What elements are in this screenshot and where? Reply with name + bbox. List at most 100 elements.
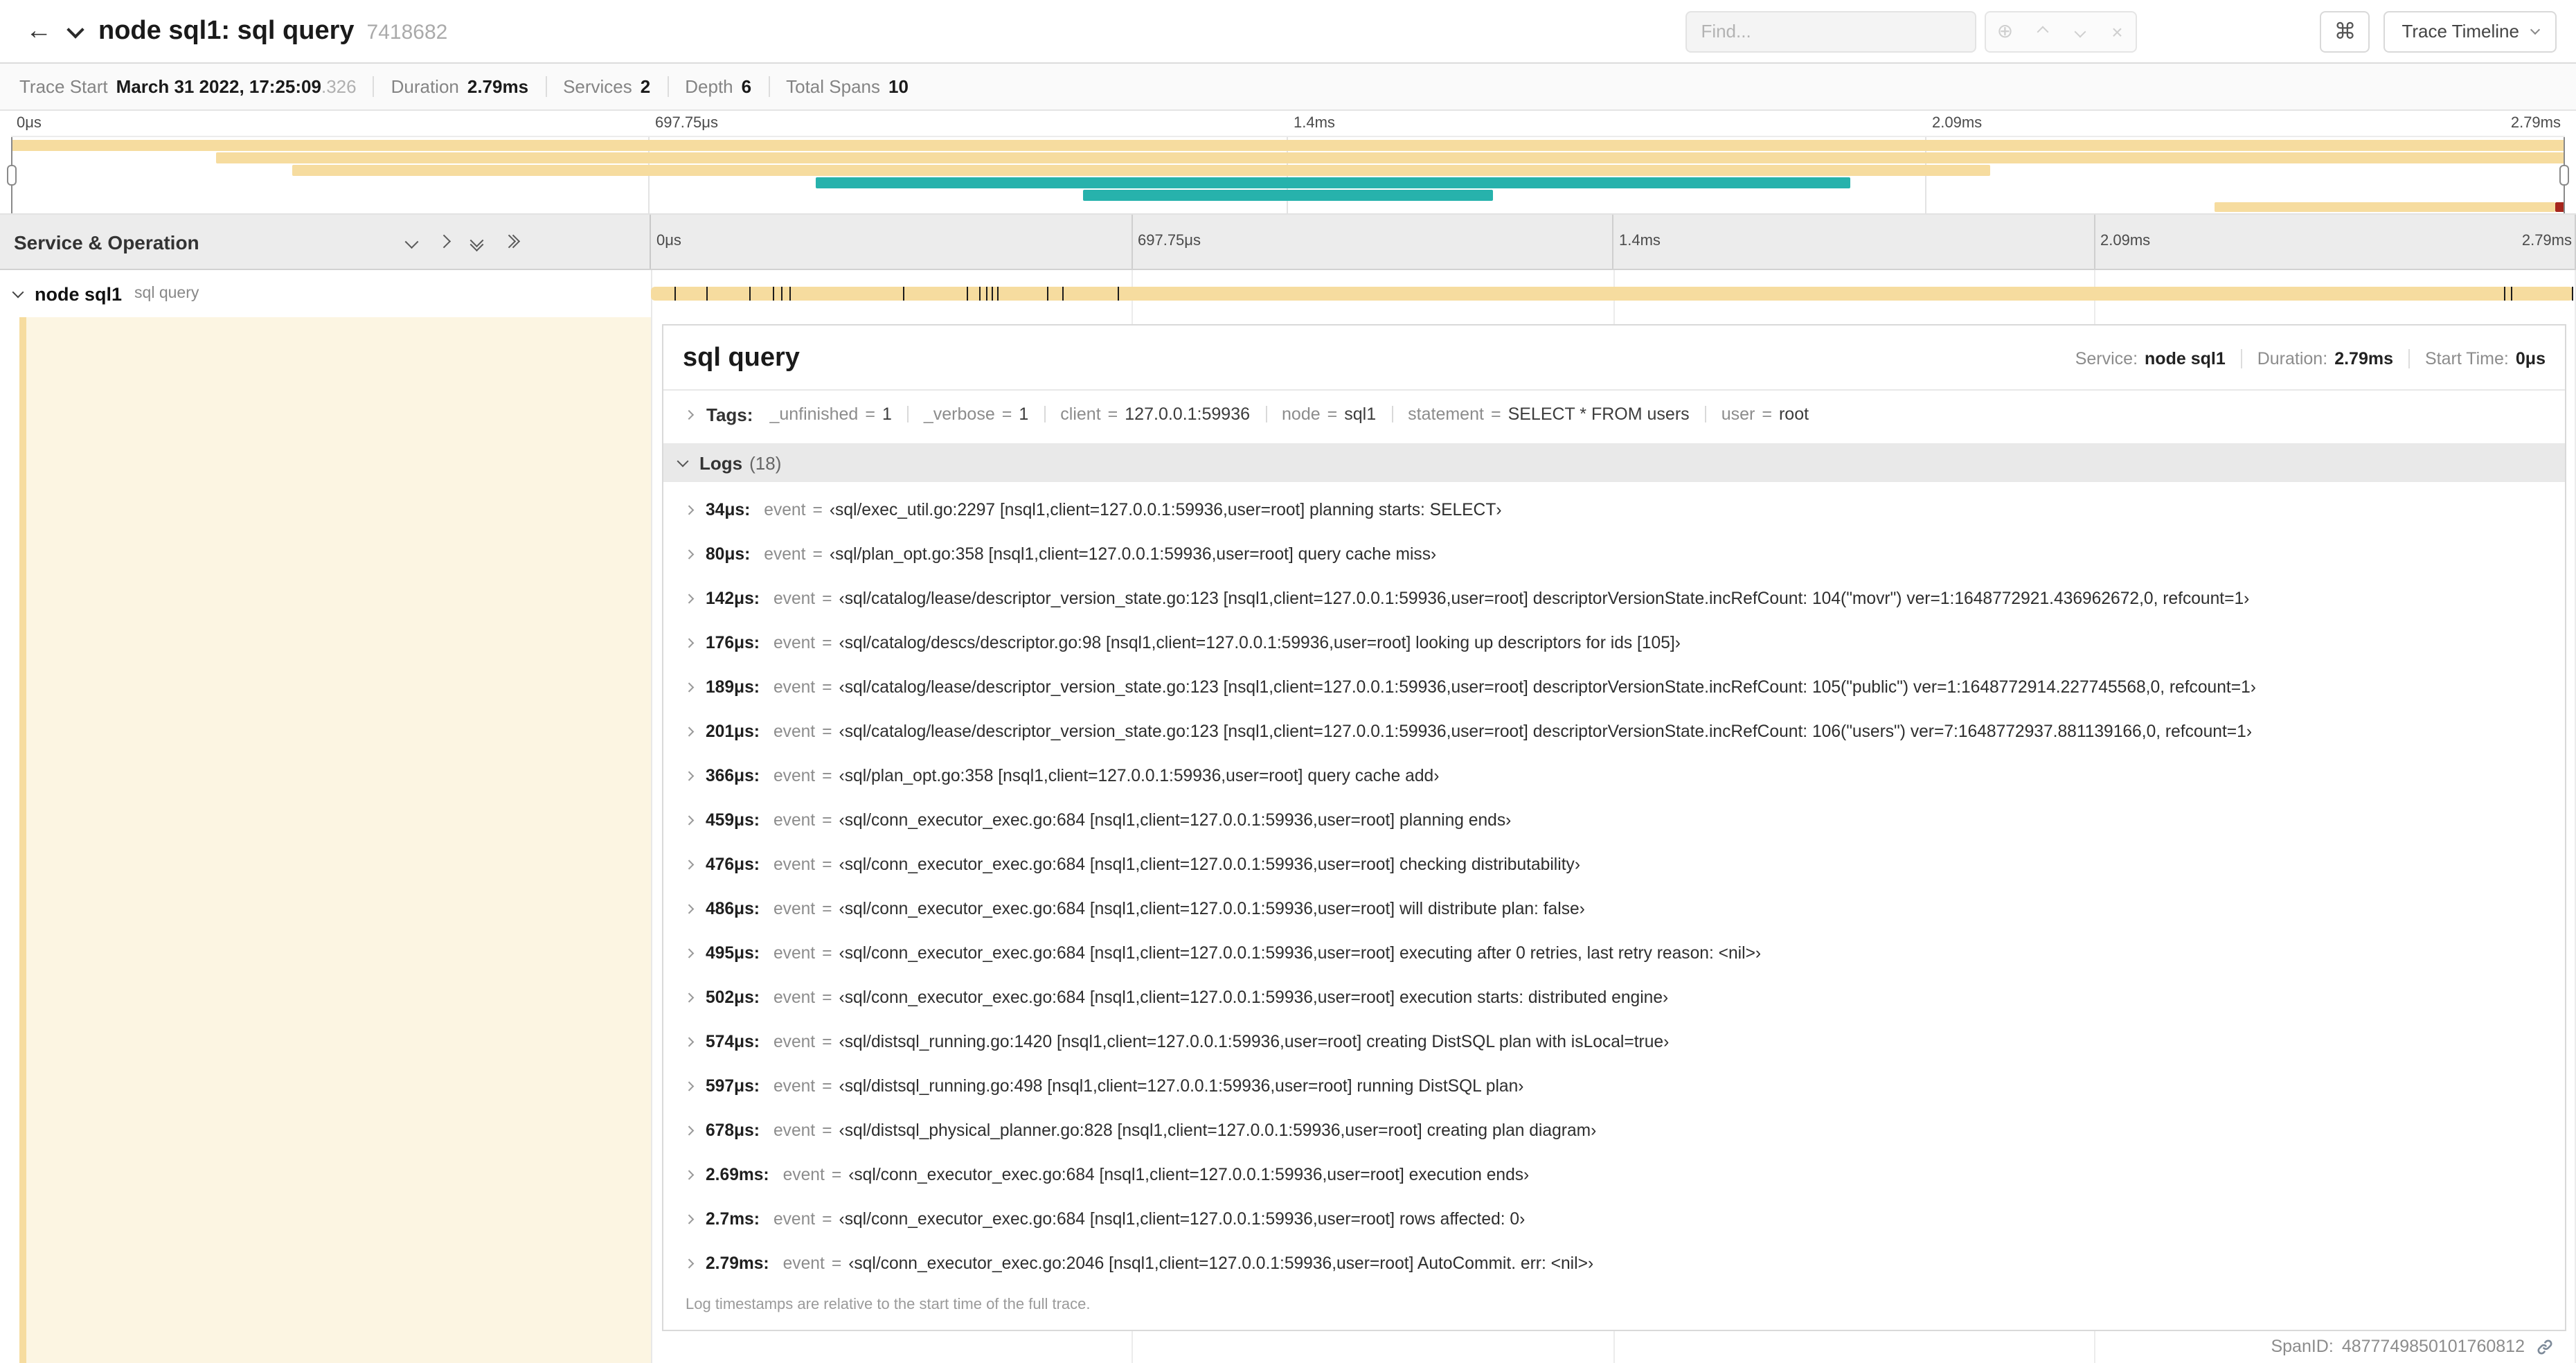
span-operation-title: sql query [683,344,800,373]
log-message: ‹sql/plan_opt.go:358 [nsql1,client=127.0… [839,766,1440,785]
log-field-key: event [773,766,816,785]
tag-value: SELECT * FROM users [1508,404,1690,424]
log-entry[interactable]: 476μs: event = ‹sql/conn_executor_exec.go:6… [683,842,2546,887]
keyboard-shortcuts-button[interactable]: ⌘ [2320,10,2370,52]
service-operation-header: Service & Operation [0,215,651,269]
log-message: ‹sql/catalog/lease/descriptor_version_st… [839,589,2250,608]
log-message: ‹sql/catalog/descs/descriptor.go:98 [nsq… [839,633,1681,652]
log-marker-tick [2572,287,2574,301]
clear-search-button[interactable]: × [2098,12,2136,51]
collapse-one-button[interactable] [437,235,451,249]
info-label: Duration [391,76,459,97]
tag-value: 1 [1019,404,1029,424]
log-timestamp: 597μs: [706,1076,760,1096]
info-value: March 31 2022, 17:25:09 [116,76,321,97]
log-field-key: event [773,677,816,697]
log-entry[interactable]: 574μs: event = ‹sql/distsql_running.go:1420… [683,1019,2546,1064]
ruler-tick-label: 697.75μs [1138,233,1201,249]
chevron-right-icon [684,1258,693,1268]
log-entry[interactable]: 502μs: event = ‹sql/conn_executor_exec.go:6… [683,975,2546,1019]
back-button[interactable]: ← [19,12,58,51]
log-marker-tick [903,287,905,301]
tag-divider [906,406,909,422]
chevron-right-icon [684,1170,693,1179]
detail-row-background [19,317,651,1363]
log-field-key: event [764,544,806,564]
log-marker-tick [978,287,981,301]
chevron-right-icon [684,594,693,603]
chevron-right-icon [684,904,693,914]
minimap-left-scrubber[interactable] [7,137,17,213]
collapse-all-button[interactable] [502,235,519,249]
children-toggle-chevron-icon[interactable] [12,286,24,299]
focus-matches-button[interactable]: ⊕ [1986,12,2023,51]
expand-one-button[interactable] [404,235,418,249]
log-timestamp: 678μs: [706,1121,760,1140]
log-message: ‹sql/conn_executor_exec.go:684 [nsql1,cl… [839,855,1581,874]
log-entry[interactable]: 486μs: event = ‹sql/conn_executor_exec.go:6… [683,887,2546,931]
minimap-canvas[interactable] [7,136,2569,213]
meta-value-start-time: 0μs [2515,349,2546,368]
span-detail-header: sql query Service: node sql1 Duration: 2… [683,339,2546,378]
log-entry[interactable]: 142μs: event = ‹sql/catalog/lease/descripto… [683,576,2546,621]
next-result-button[interactable] [2061,12,2098,51]
trace-summary-bar: Trace Start March 31 2022, 17:25:09 .326… [0,64,2576,111]
log-entry[interactable]: 34μs: event = ‹sql/exec_util.go:2297 [nsql1… [683,488,2546,532]
expand-all-button[interactable] [469,233,483,250]
log-field-key: event [773,1032,816,1051]
log-entry[interactable]: 201μs: event = ‹sql/catalog/lease/descripto… [683,709,2546,754]
divider [545,76,547,97]
span-timeline-cell[interactable] [651,270,2574,317]
tag-item: statement = SELECT * FROM users [1408,404,1690,424]
log-entry[interactable]: 189μs: event = ‹sql/catalog/lease/descripto… [683,665,2546,709]
chevron-right-icon [684,505,693,515]
log-entry[interactable]: 2.69ms: event = ‹sql/conn_executor_exec.go:… [683,1152,2546,1197]
log-timestamp: 80μs: [706,544,751,564]
find-input[interactable] [1685,10,1977,52]
divider [768,76,770,97]
log-entry[interactable]: 2.79ms: event = ‹sql/conn_executor_exec.go:… [683,1241,2546,1285]
log-timestamp: 495μs: [706,943,760,963]
logs-note: Log timestamps are relative to the start… [686,1297,1091,1313]
timeline-gridline [1131,215,1132,269]
link-icon[interactable] [2536,1337,2554,1355]
log-timestamp: 502μs: [706,988,760,1007]
logs-header[interactable]: Logs (18) [663,443,2565,482]
log-entry[interactable]: 495μs: event = ‹sql/conn_executor_exec.go:6… [683,931,2546,975]
tags-row[interactable]: Tags: _unfinished = 1 _verbose = 1 client = 127.… [683,393,2546,435]
log-field-key: event [782,1254,825,1273]
log-field-key: event [773,589,816,608]
log-timestamp: 142μs: [706,589,760,608]
collapse-header-chevron-icon[interactable] [66,21,84,39]
prev-result-button[interactable] [2023,12,2061,51]
log-equals: = [822,722,832,741]
log-field-key: event [773,1121,816,1140]
timeline-gridline [2093,215,2095,269]
span-row[interactable]: node sql1 sql query [0,270,2576,317]
log-timestamp: 2.69ms: [706,1165,769,1184]
log-entry[interactable]: 678μs: event = ‹sql/distsql_physical_planne… [683,1108,2546,1152]
divider [663,389,2565,391]
log-entry[interactable]: 366μs: event = ‹sql/plan_opt.go:358 [nsql1,… [683,754,2546,798]
log-field-key: event [773,899,816,918]
span-name-column[interactable]: node sql1 sql query [0,270,651,317]
tag-divider [1704,406,1706,422]
scrubber-grip[interactable] [2559,165,2569,186]
timeline-minimap[interactable]: 0μs 697.75μs 1.4ms 2.09ms 2.79ms [0,111,2576,215]
log-entry[interactable]: 80μs: event = ‹sql/plan_opt.go:358 [nsql1,c… [683,532,2546,576]
info-label: Depth [685,76,733,97]
log-entry[interactable]: 597μs: event = ‹sql/distsql_running.go:498 … [683,1064,2546,1108]
log-entry[interactable]: 459μs: event = ‹sql/conn_executor_exec.go:6… [683,798,2546,842]
tag-divider [1391,406,1393,422]
find-result-controls: ⊕ × [1985,10,2138,52]
log-entry[interactable]: 176μs: event = ‹sql/catalog/descs/descripto… [683,621,2546,665]
log-entry[interactable]: 2.7ms: event = ‹sql/conn_executor_exec.go:6… [683,1197,2546,1241]
span-bar[interactable] [651,287,2574,301]
tag-equals: = [1327,404,1338,424]
minimap-right-scrubber[interactable] [2559,137,2569,213]
view-options-button[interactable]: Trace Timeline [2383,10,2557,52]
info-suffix: .326 [321,76,357,97]
services-item: Services 2 [563,76,650,97]
scrubber-grip[interactable] [7,165,17,186]
spanid-label: SpanID: [2271,1337,2334,1356]
